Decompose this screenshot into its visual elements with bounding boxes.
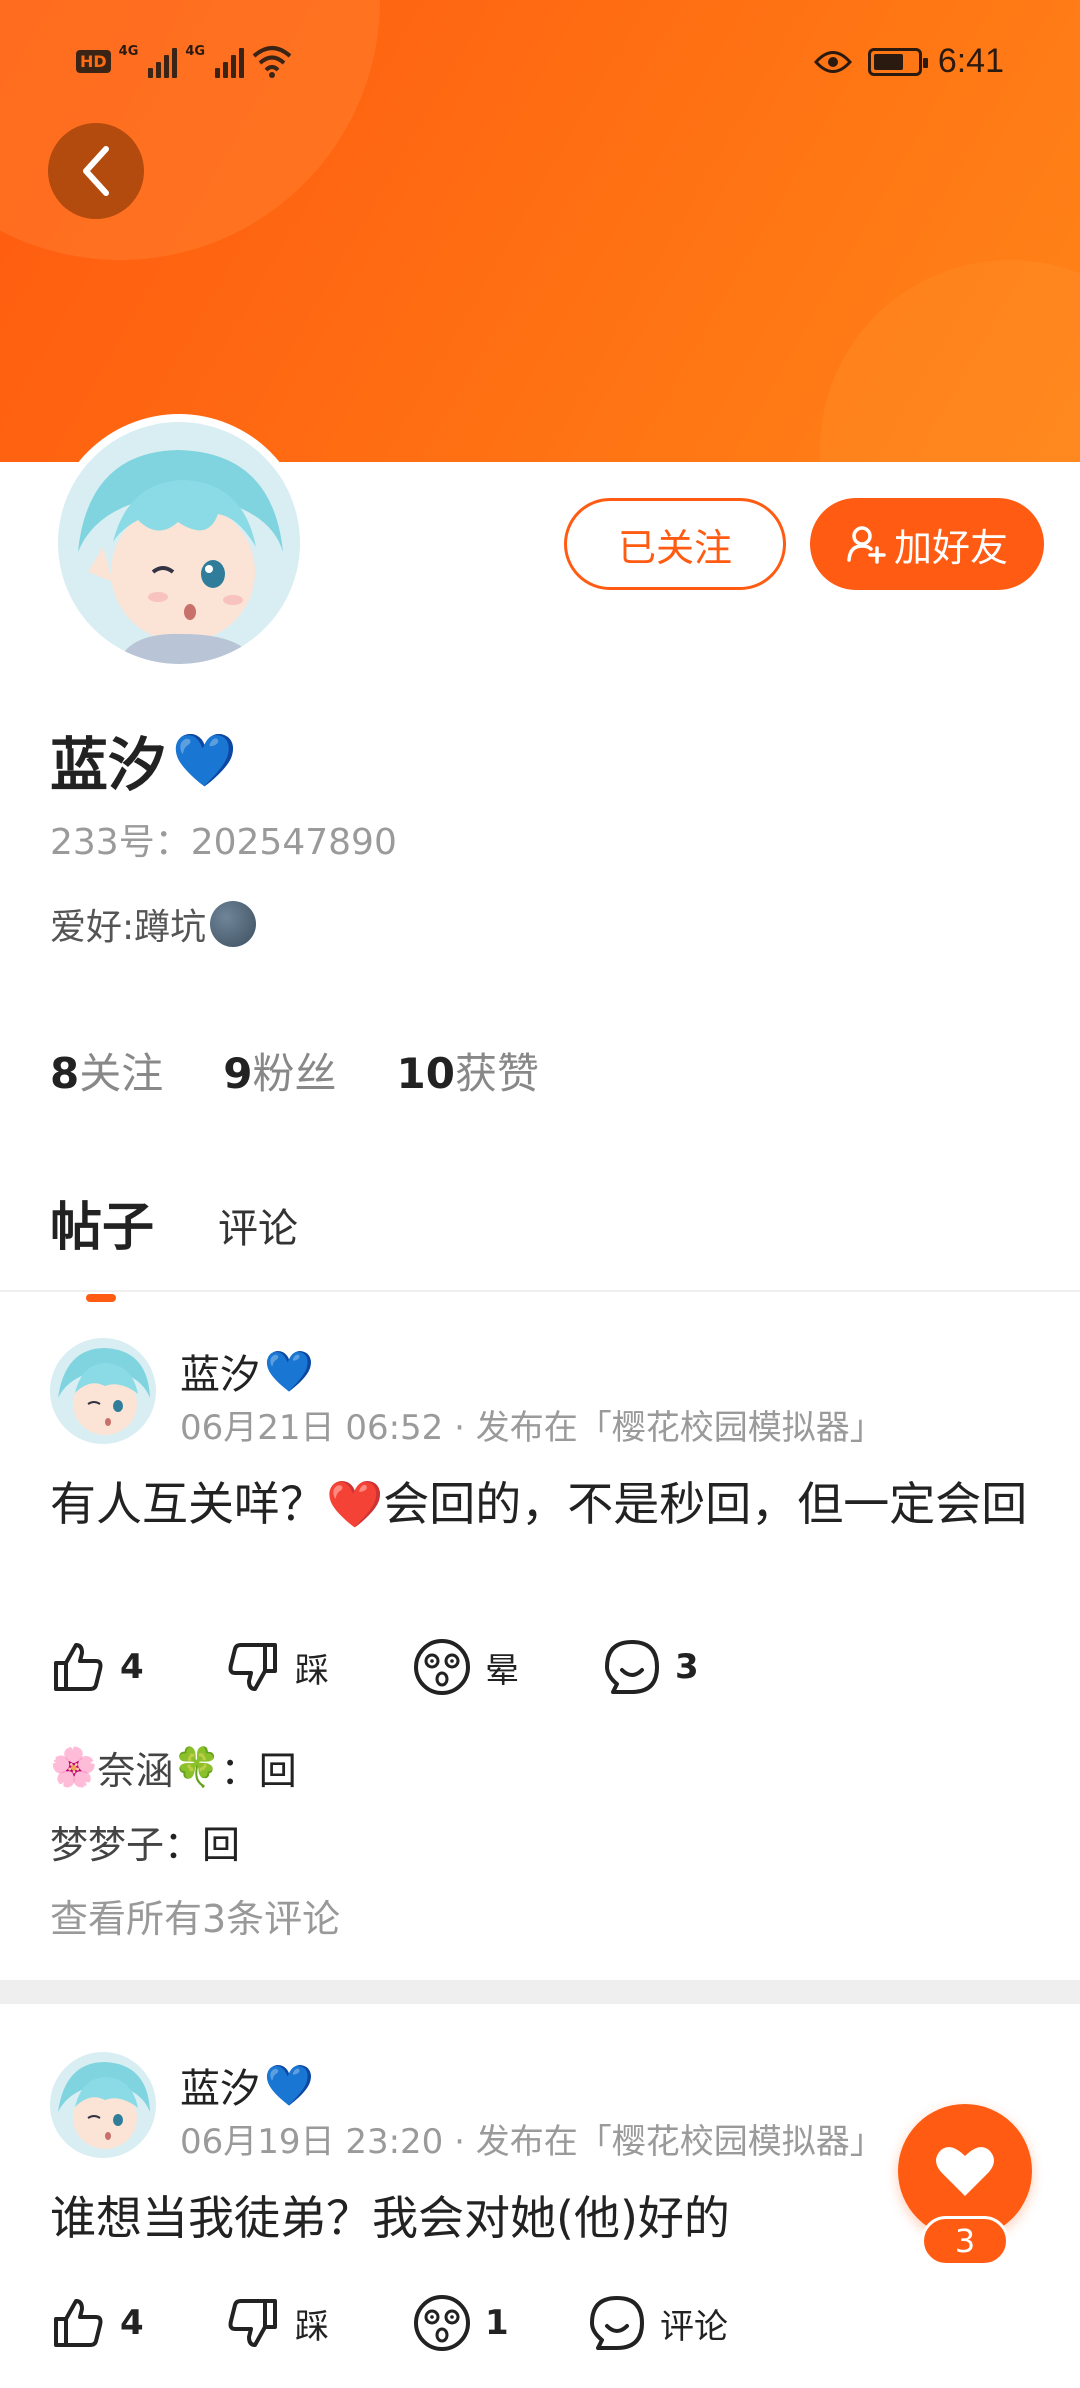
post-text-part: 会回的，不是秒回，但一定会回 [383, 1477, 1028, 1531]
dislike-label: 踩 [295, 1650, 329, 1691]
thumbs-down-icon [228, 2299, 277, 2347]
user-id: 233号：202547890 [50, 822, 397, 863]
thumbs-up-icon [54, 2299, 103, 2347]
like-count: 4 [120, 2303, 144, 2343]
cherry-blossom-icon: 🌸 [50, 1745, 98, 1789]
blue-heart-icon: 💙 [264, 1348, 314, 1395]
post-author-avatar[interactable] [50, 1338, 156, 1444]
sim1-network-type: 4G [118, 44, 139, 59]
comment-text: 回 [202, 1823, 241, 1867]
post-actions: 4 踩 晕 3 [50, 1638, 699, 1696]
floating-like-count-badge: 3 [921, 2216, 1009, 2266]
thumbs-up-icon [54, 1643, 103, 1691]
stat-following[interactable]: 8关注 [50, 1040, 163, 1101]
comment-separator: ： [164, 1823, 203, 1867]
post-author-name[interactable]: 蓝汐 💙 [180, 1342, 314, 1400]
wifi-icon [252, 46, 292, 78]
add-user-icon [847, 526, 886, 564]
comment-bubble-icon [590, 2296, 644, 2350]
post-meta: 06月19日 23:20 · 发布在「樱花校园模拟器」 [180, 2122, 884, 2162]
tab-posts-label: 帖子 [50, 1198, 155, 1258]
eye-icon [813, 50, 852, 73]
comment-bubble-icon [605, 1640, 659, 1694]
status-bar-right: 6:41 [813, 42, 1004, 81]
profile-stats: 8关注 9粉丝 10获赞 [50, 1040, 539, 1101]
avatar-image [58, 422, 300, 664]
signal-icon [148, 44, 178, 78]
four-leaf-clover-icon: 🍀 [173, 1745, 221, 1789]
battery-level [873, 53, 903, 70]
like-button[interactable]: 4 [50, 2295, 225, 2351]
add-friend-label: 加好友 [893, 525, 1008, 570]
stat-value: 10 [396, 1049, 455, 1098]
comment-separator: ： [220, 1749, 259, 1793]
followed-button[interactable]: 已关注 [564, 498, 786, 590]
comment-preview[interactable]: 梦梦子：回 [50, 1814, 240, 1869]
dizzy-button[interactable]: 晕 [413, 1638, 603, 1696]
hd-indicator: HD [76, 49, 111, 73]
like-button[interactable]: 4 [50, 1639, 225, 1695]
comment-button[interactable]: 评论 [588, 2294, 728, 2352]
stat-label: 粉丝 [252, 1049, 337, 1098]
dislike-button[interactable]: 踩 [225, 2295, 413, 2351]
back-button[interactable] [48, 123, 144, 219]
blue-heart-icon: 💙 [264, 2062, 314, 2109]
signal-icon [215, 44, 245, 78]
like-count: 4 [120, 1647, 144, 1687]
post-card[interactable]: 蓝汐 💙 06月21日 06:52 · 发布在「樱花校园模拟器」 有人互关咩？❤… [0, 1290, 1080, 1980]
comment-button[interactable]: 3 [603, 1638, 699, 1696]
post-author-avatar[interactable] [50, 2052, 156, 2158]
status-bar-left: HD 4G 4G [76, 44, 292, 78]
dislike-button[interactable]: 踩 [225, 1639, 413, 1695]
post-author-name[interactable]: 蓝汐 💙 [180, 2056, 314, 2114]
battery-icon [867, 47, 928, 76]
comment-text: 回 [258, 1749, 297, 1793]
post-author-name-text: 蓝汐 [180, 1352, 260, 1398]
add-friend-button[interactable]: 加好友 [810, 498, 1044, 590]
sim2-network-type: 4G [185, 44, 206, 59]
stat-value: 9 [223, 1049, 253, 1098]
profile-name: 蓝汐 💙 [50, 718, 237, 802]
stat-followers[interactable]: 9粉丝 [223, 1040, 336, 1101]
clock: 6:41 [937, 42, 1004, 80]
dislike-label: 踩 [295, 2306, 329, 2347]
post-meta: 06月21日 06:52 · 发布在「樱花校园模拟器」 [180, 1408, 884, 1448]
stat-label: 关注 [79, 1049, 164, 1098]
stat-likes[interactable]: 10获赞 [397, 1040, 539, 1101]
post-actions: 4 踩 1 评论 [50, 2294, 728, 2352]
status-bar: HD 4G 4G 6:41 [0, 0, 1080, 130]
comment-label: 评论 [660, 2306, 728, 2347]
commenter-name: 梦梦子 [50, 1823, 165, 1867]
dizzy-count: 1 [485, 2303, 509, 2343]
content-tabs: 帖子 评论 [50, 1185, 298, 1302]
dizzy-face-icon [414, 1639, 470, 1695]
heart-icon [936, 2147, 994, 2196]
profile-avatar[interactable] [50, 414, 308, 672]
commenter-name: 奈涵 [97, 1749, 174, 1793]
comment-count: 3 [675, 1647, 699, 1687]
stat-label: 获赞 [454, 1049, 539, 1098]
tab-comments[interactable]: 评论 [218, 1196, 298, 1260]
stat-value: 8 [50, 1049, 80, 1098]
tab-posts[interactable]: 帖子 [50, 1185, 155, 1302]
profile-bio: 爱好:蹲坑 [50, 898, 257, 950]
dizzy-button[interactable]: 1 [413, 2294, 588, 2352]
comment-preview[interactable]: 🌸 奈涵 🍀：回 [50, 1740, 297, 1795]
chevron-left-icon [83, 146, 109, 196]
dizzy-face-icon [414, 2295, 470, 2351]
blue-heart-icon: 💙 [172, 730, 237, 791]
banner-decoration [820, 260, 1080, 462]
thumbs-down-icon [228, 1643, 277, 1691]
profile-name-text: 蓝汐 [50, 731, 167, 799]
red-heart-icon: ❤️ [326, 1477, 384, 1531]
view-all-comments-link[interactable]: 查看所有3条评论 [50, 1888, 340, 1943]
bio-text: 爱好:蹲坑 [50, 907, 207, 948]
dizzy-label: 晕 [485, 1650, 519, 1691]
post-separator [0, 1980, 1080, 2004]
new-moon-icon [210, 901, 257, 947]
post-text-part: 有人互关咩？ [50, 1477, 326, 1531]
post-content[interactable]: 有人互关咩？❤️会回的，不是秒回，但一定会回 [50, 1472, 1040, 1536]
post-author-name-text: 蓝汐 [180, 2066, 260, 2112]
post-content[interactable]: 谁想当我徒弟？我会对她(他)好的 [50, 2186, 1040, 2250]
